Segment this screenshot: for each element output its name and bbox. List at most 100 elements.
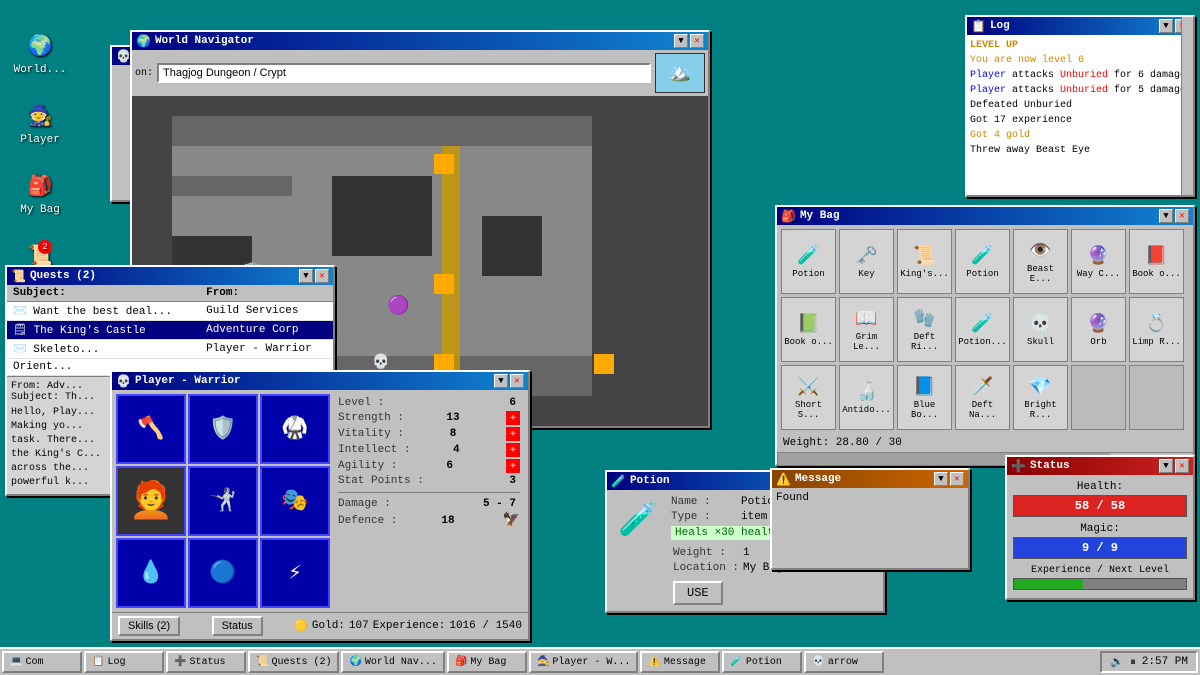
status-title-icon: ➕: [1011, 459, 1026, 474]
log-entry-2: Player attacks Unburied for 5 damage: [970, 83, 1190, 98]
portrait-item-0[interactable]: 🪓: [116, 394, 186, 464]
player-titlebar[interactable]: 💀 Player - Warrior ▼ ✕: [112, 372, 528, 390]
bag-item-1[interactable]: 🗝️Key: [839, 229, 894, 294]
taskbar-btn-player[interactable]: 🧙 Player - W...: [529, 651, 638, 673]
taskbar-btn-log[interactable]: 📋 Log: [84, 651, 164, 673]
taskbar-btn-quests[interactable]: 📜 Quests (2): [248, 651, 339, 673]
bag-item-6[interactable]: 📕Book o...: [1129, 229, 1184, 294]
taskbar-btn-potion[interactable]: 🧪 Potion: [722, 651, 802, 673]
quest-subject-2: ✉️ Skeleto...: [7, 340, 200, 359]
quest-row-2[interactable]: ✉️ Skeleto... Player - Warrior: [7, 340, 333, 359]
quest-from-0: Guild Services: [200, 302, 333, 321]
bag-item-16[interactable]: 📘Blue Bo...: [897, 365, 952, 430]
log-title-icon: 📋: [971, 19, 986, 34]
bag-item-4[interactable]: 👁️Beast E...: [1013, 229, 1068, 294]
message-controls: ▼ ✕: [934, 472, 964, 486]
agility-plus[interactable]: +: [506, 459, 520, 473]
bag-item-18[interactable]: 💎Bright R...: [1013, 365, 1068, 430]
desktop-icon-world[interactable]: 🌍 World...: [10, 30, 70, 76]
bag-item-14[interactable]: ⚔️Short S...: [781, 365, 836, 430]
message-titlebar[interactable]: ⚠️ Message ▼ ✕: [772, 470, 968, 488]
world-nav-titlebar[interactable]: 🌍 World Navigator ▼ ✕: [132, 32, 708, 50]
player-close[interactable]: ✕: [510, 374, 524, 388]
strength-plus[interactable]: +: [506, 411, 520, 425]
bag-item-20: [1129, 365, 1184, 430]
portrait-item-4[interactable]: 🤺: [188, 466, 258, 536]
log-entry-0: You are now level 6: [970, 53, 1190, 68]
vitality-plus[interactable]: +: [506, 427, 520, 441]
portrait-item-5[interactable]: 🎭: [260, 466, 330, 536]
quests-minimize[interactable]: ▼: [299, 269, 313, 283]
status-close[interactable]: ✕: [1175, 459, 1189, 473]
bag-item-2[interactable]: 📜King's...: [897, 229, 952, 294]
taskbar-btn-arrow[interactable]: 💀 arrow: [804, 651, 884, 673]
location-input[interactable]: [157, 63, 651, 83]
mybag-titlebar[interactable]: 🎒 My Bag ▼ ✕: [777, 207, 1193, 225]
stat-level: Level : 6: [338, 396, 520, 410]
portrait-item-1[interactable]: 🛡️: [188, 394, 258, 464]
bag-item-12[interactable]: 🔮Orb: [1071, 297, 1126, 362]
quests-close[interactable]: ✕: [315, 269, 329, 283]
log-titlebar[interactable]: 📋 Log ▼ ✕: [967, 17, 1193, 35]
potion-weight-val: 1: [743, 547, 750, 559]
taskbar-btn-com[interactable]: 💻 Com: [2, 651, 82, 673]
mybag-minimize[interactable]: ▼: [1159, 209, 1173, 223]
location-thumbnail: 🏔️: [655, 53, 705, 93]
mybag-close[interactable]: ✕: [1175, 209, 1189, 223]
desktop-icon-mybag[interactable]: 🎒 My Bag: [10, 170, 70, 216]
status-title: Status: [1030, 460, 1070, 472]
bag-item-5[interactable]: 🔮Way C...: [1071, 229, 1126, 294]
log-minimize[interactable]: ▼: [1159, 19, 1173, 33]
portrait-face: 🧑‍🦰: [116, 466, 186, 536]
taskbar-label-message: Message: [664, 657, 706, 668]
player-minimize[interactable]: ▼: [494, 374, 508, 388]
status-controls: ▼ ✕: [1159, 459, 1189, 473]
message-close[interactable]: ✕: [950, 472, 964, 486]
bag-item-3[interactable]: 🧪Potion: [955, 229, 1010, 294]
log-scrollbar[interactable]: [1181, 17, 1193, 195]
mybag-desktop-icon: 🎒: [24, 170, 56, 202]
stat-intellect: Intellect : 4 +: [338, 442, 520, 458]
world-nav-minimize[interactable]: ▼: [674, 34, 688, 48]
taskbar-btn-status[interactable]: ➕ Status: [166, 651, 246, 673]
status-titlebar[interactable]: ➕ Status ▼ ✕: [1007, 457, 1193, 475]
bag-item-10[interactable]: 🧪Potion...: [955, 297, 1010, 362]
portrait-item-7[interactable]: 🔵: [188, 538, 258, 608]
log-entry-3: Defeated Unburied: [970, 98, 1190, 113]
quests-titlebar[interactable]: 📜 Quests (2) ▼ ✕: [7, 267, 333, 285]
bag-item-15[interactable]: 🍶Antido...: [839, 365, 894, 430]
portrait-item-6[interactable]: 💧: [116, 538, 186, 608]
potion-title-icon: 🧪: [611, 474, 626, 489]
world-nav-close[interactable]: ✕: [690, 34, 704, 48]
bag-item-11[interactable]: 💀Skull: [1013, 297, 1068, 362]
stat-stat-points: Stat Points : 3: [338, 474, 520, 488]
log-entry-6: Threw away Beast Eye: [970, 143, 1190, 158]
log-window: 📋 Log ▼ ✕ LEVEL UP You are now level 6 P…: [965, 15, 1195, 197]
desktop-icon-player[interactable]: 🧙 Player: [10, 100, 70, 146]
bag-item-9[interactable]: 🧤Deft Ri...: [897, 297, 952, 362]
status-minimize[interactable]: ▼: [1159, 459, 1173, 473]
intellect-plus[interactable]: +: [506, 443, 520, 457]
quests-controls: ▼ ✕: [299, 269, 329, 283]
taskbar-btn-worldnav[interactable]: 🌍 World Nav...: [341, 651, 444, 673]
mybag-label: My Bag: [20, 204, 60, 216]
taskbar-btn-message[interactable]: ⚠️ Message: [640, 651, 720, 673]
portrait-item-2[interactable]: 🥋: [260, 394, 330, 464]
taskbar-btn-mybag[interactable]: 🎒 My Bag: [447, 651, 527, 673]
skills-button[interactable]: Skills (2): [118, 616, 180, 636]
bag-item-17[interactable]: 🗡️Deft Na...: [955, 365, 1010, 430]
use-button[interactable]: USE: [673, 581, 723, 605]
bag-item-0[interactable]: 🧪Potion: [781, 229, 836, 294]
bag-item-8[interactable]: 📖Grim Le...: [839, 297, 894, 362]
portrait-item-8[interactable]: ⚡: [260, 538, 330, 608]
quest-from-2: Player - Warrior: [200, 340, 333, 359]
message-minimize[interactable]: ▼: [934, 472, 948, 486]
world-label: World...: [14, 64, 67, 76]
bag-item-7[interactable]: 📗Book o...: [781, 297, 836, 362]
bag-item-13[interactable]: 💍Limp R...: [1129, 297, 1184, 362]
player-label: Player: [20, 134, 60, 146]
quest-row-0[interactable]: ✉️ Want the best deal... Guild Services: [7, 302, 333, 321]
status-button[interactable]: Status: [212, 616, 263, 636]
potion-type-label: Type :: [671, 511, 741, 523]
quest-row-1[interactable]: 🗒 The King's Castle Adventure Corp: [7, 321, 333, 340]
